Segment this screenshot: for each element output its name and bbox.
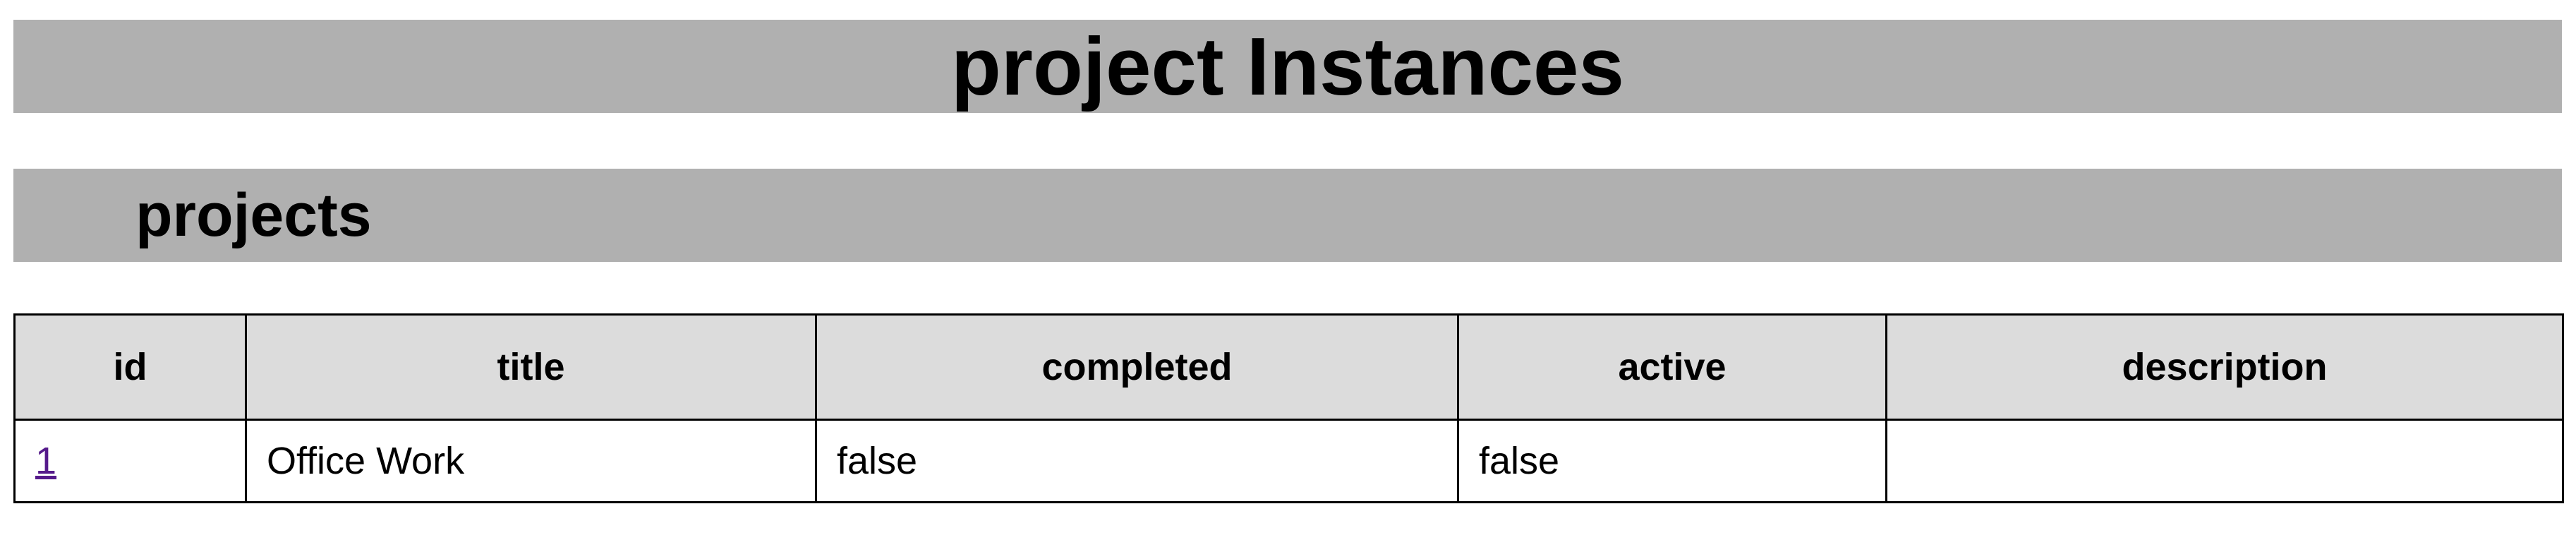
- table-header-row: id title completed active description: [13, 313, 2564, 421]
- column-header-title: title: [245, 313, 817, 421]
- page-title: project Instances: [950, 20, 1625, 112]
- project-id-link[interactable]: 1: [35, 440, 56, 482]
- column-header-active: active: [1457, 313, 1887, 421]
- cell-active: false: [1457, 419, 1887, 503]
- column-header-completed: completed: [815, 313, 1459, 421]
- column-header-description: description: [1885, 313, 2564, 421]
- table-row: 1 Office Work false false: [13, 419, 2564, 503]
- page-title-bar: project Instances: [13, 20, 2562, 113]
- section-title-bar: projects: [13, 169, 2562, 262]
- section-title: projects: [135, 181, 372, 249]
- cell-description: [1885, 419, 2564, 503]
- page: project Instances projects id title comp…: [0, 0, 2576, 540]
- cell-completed: false: [815, 419, 1459, 503]
- column-header-id: id: [13, 313, 247, 421]
- cell-id: 1: [13, 419, 247, 503]
- projects-table: id title completed active description 1 …: [13, 313, 2564, 503]
- cell-title: Office Work: [245, 419, 817, 503]
